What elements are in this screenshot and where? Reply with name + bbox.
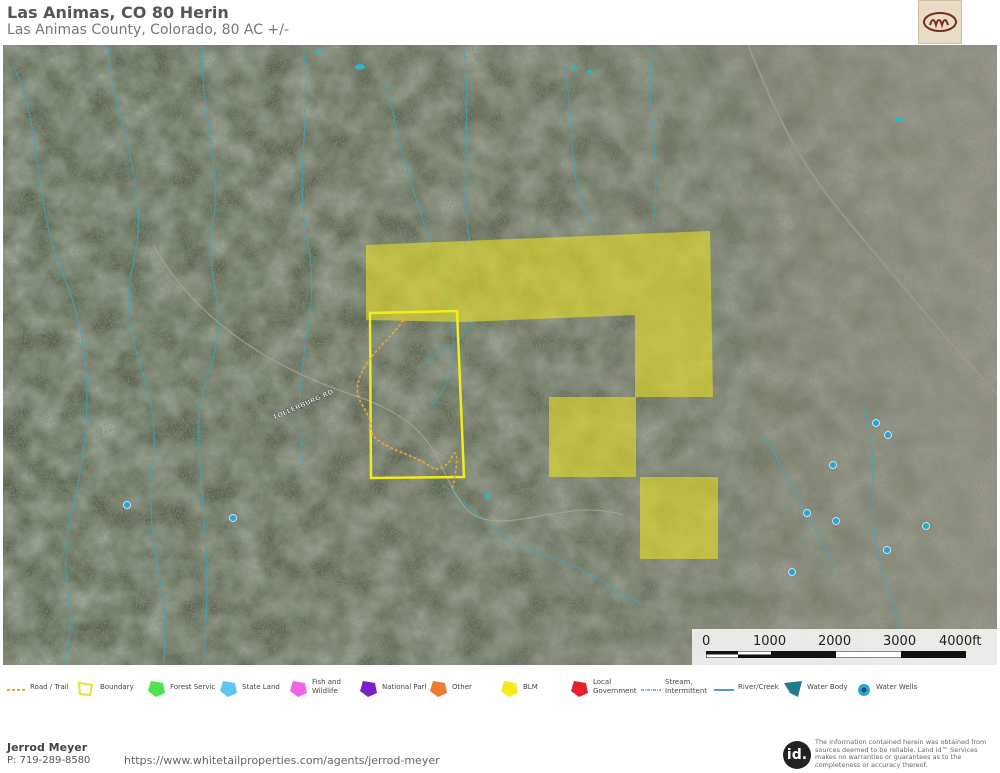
legend-item-river-creek: River/Creek — [713, 672, 781, 702]
water-well-icon — [229, 514, 237, 522]
agent-url-link[interactable]: https://www.whitetailproperties.com/agen… — [124, 754, 440, 767]
water-well-icon — [123, 501, 131, 509]
other-icon — [430, 681, 447, 697]
national-park-icon — [360, 681, 377, 697]
fish-wildlife-icon — [290, 681, 307, 697]
water-body-icon — [484, 493, 490, 499]
state-land-icon — [220, 681, 237, 697]
legend-item-water-wells: Water Wells — [856, 672, 928, 702]
scale-label-0: 0 — [702, 634, 711, 649]
water-well-icon — [829, 461, 837, 469]
aerial-map[interactable]: TOLLERBURG RD — [3, 45, 997, 665]
water-well-icon — [872, 419, 880, 427]
agent-phone: P: 719-289-8580 — [7, 755, 91, 766]
water-body-icon — [355, 64, 365, 70]
scale-label-3000: 3000 — [883, 634, 917, 649]
water-well-icon — [832, 517, 840, 525]
river-creek-icon — [714, 689, 734, 691]
legend-item-state-land: State Land — [217, 672, 282, 702]
disclaimer-text: The information contained herein was obt… — [815, 738, 987, 769]
legend-item-forest-service: Forest Servic — [145, 672, 215, 702]
water-body-icon — [784, 681, 802, 697]
legend-item-fish-wildlife: Fish and Wildlife — [287, 672, 355, 702]
map-legend: Road / Trail Boundary Forest Servic Stat… — [0, 672, 1000, 702]
page-subtitle: Las Animas County, Colorado, 80 AC +/- — [7, 22, 289, 38]
legend-item-local-government: Local Government — [568, 672, 637, 702]
forest-service-icon — [148, 681, 165, 697]
legend-item-national-park: National Parl — [357, 672, 426, 702]
blm-icon — [501, 681, 518, 697]
water-body-icon — [895, 117, 903, 123]
legend-item-road-trail: Road / Trail — [5, 672, 73, 702]
scale-bar: 0 1000 2000 3000 4000ft — [692, 629, 997, 665]
land-id-logo: id. — [783, 741, 811, 769]
agent-name: Jerrod Meyer — [7, 741, 88, 754]
water-well-icon — [788, 568, 796, 576]
water-body-icon — [587, 70, 593, 74]
water-body-icon — [571, 65, 577, 69]
scale-ruler — [706, 651, 966, 658]
water-well-icon — [858, 684, 870, 696]
water-body-icon — [316, 50, 322, 54]
scale-label-2000: 2000 — [818, 634, 852, 649]
water-well-icon — [803, 509, 811, 517]
water-well-icon — [884, 431, 892, 439]
water-well-icon — [922, 522, 930, 530]
legend-item-other: Other — [427, 672, 495, 702]
map-header: Las Animas, CO 80 Herin Las Animas Count… — [0, 0, 1000, 46]
legend-item-stream-intermittent: Stream, Intermittent — [640, 672, 712, 702]
page-title: Las Animas, CO 80 Herin — [7, 3, 229, 22]
stream-intermittent-icon — [641, 689, 661, 691]
scale-label-1000: 1000 — [753, 634, 787, 649]
scale-label-4000ft: 4000ft — [939, 634, 982, 649]
brand-logo — [918, 0, 962, 44]
water-well-icon — [883, 546, 891, 554]
road-trail-icon — [7, 689, 25, 691]
legend-item-blm: BLM — [498, 672, 566, 702]
legend-item-boundary: Boundary — [75, 672, 143, 702]
local-government-icon — [571, 681, 588, 697]
boundary-icon — [77, 681, 94, 697]
legend-item-water-body: Water Body — [782, 672, 854, 702]
